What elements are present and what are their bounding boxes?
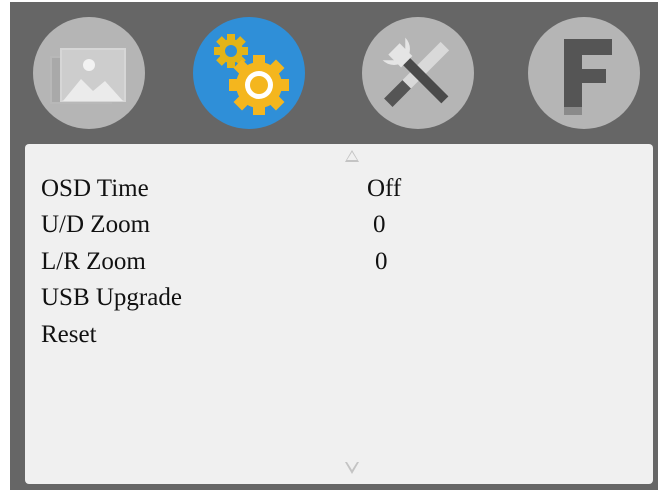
menu-item-usb-upgrade[interactable]: USB Upgrade bbox=[41, 281, 641, 315]
gears-icon bbox=[193, 17, 305, 129]
f-letter-icon bbox=[528, 17, 640, 129]
menu-item-label: U/D Zoom bbox=[41, 211, 151, 238]
picture-icon bbox=[33, 17, 145, 129]
tab-settings[interactable] bbox=[193, 17, 305, 129]
menu-item-value: 0 bbox=[375, 248, 388, 275]
menu-item-label: USB Upgrade bbox=[41, 284, 182, 311]
scroll-up-icon[interactable] bbox=[345, 150, 359, 162]
tab-tools[interactable] bbox=[362, 17, 474, 129]
menu-item-osd-time[interactable]: OSD Time Off bbox=[41, 172, 641, 206]
menu-item-value: 0 bbox=[373, 211, 386, 238]
tools-icon bbox=[362, 17, 474, 129]
tab-picture[interactable] bbox=[33, 17, 145, 129]
menu-item-label: Reset bbox=[41, 321, 97, 348]
menu-item-lr-zoom[interactable]: L/R Zoom 0 bbox=[41, 245, 641, 279]
menu-item-ud-zoom[interactable]: U/D Zoom 0 bbox=[41, 208, 641, 242]
menu-item-label: L/R Zoom bbox=[41, 248, 146, 275]
scroll-down-icon[interactable] bbox=[345, 462, 359, 474]
menu-item-reset[interactable]: Reset bbox=[41, 318, 641, 352]
menu-panel: OSD Time Off U/D Zoom 0 L/R Zoom 0 USB U… bbox=[25, 144, 653, 484]
menu-item-value: Off bbox=[367, 175, 402, 202]
osd-window: OSD Time Off U/D Zoom 0 L/R Zoom 0 USB U… bbox=[10, 2, 658, 490]
menu-item-label: OSD Time bbox=[41, 175, 149, 202]
tab-factory[interactable] bbox=[528, 17, 640, 129]
